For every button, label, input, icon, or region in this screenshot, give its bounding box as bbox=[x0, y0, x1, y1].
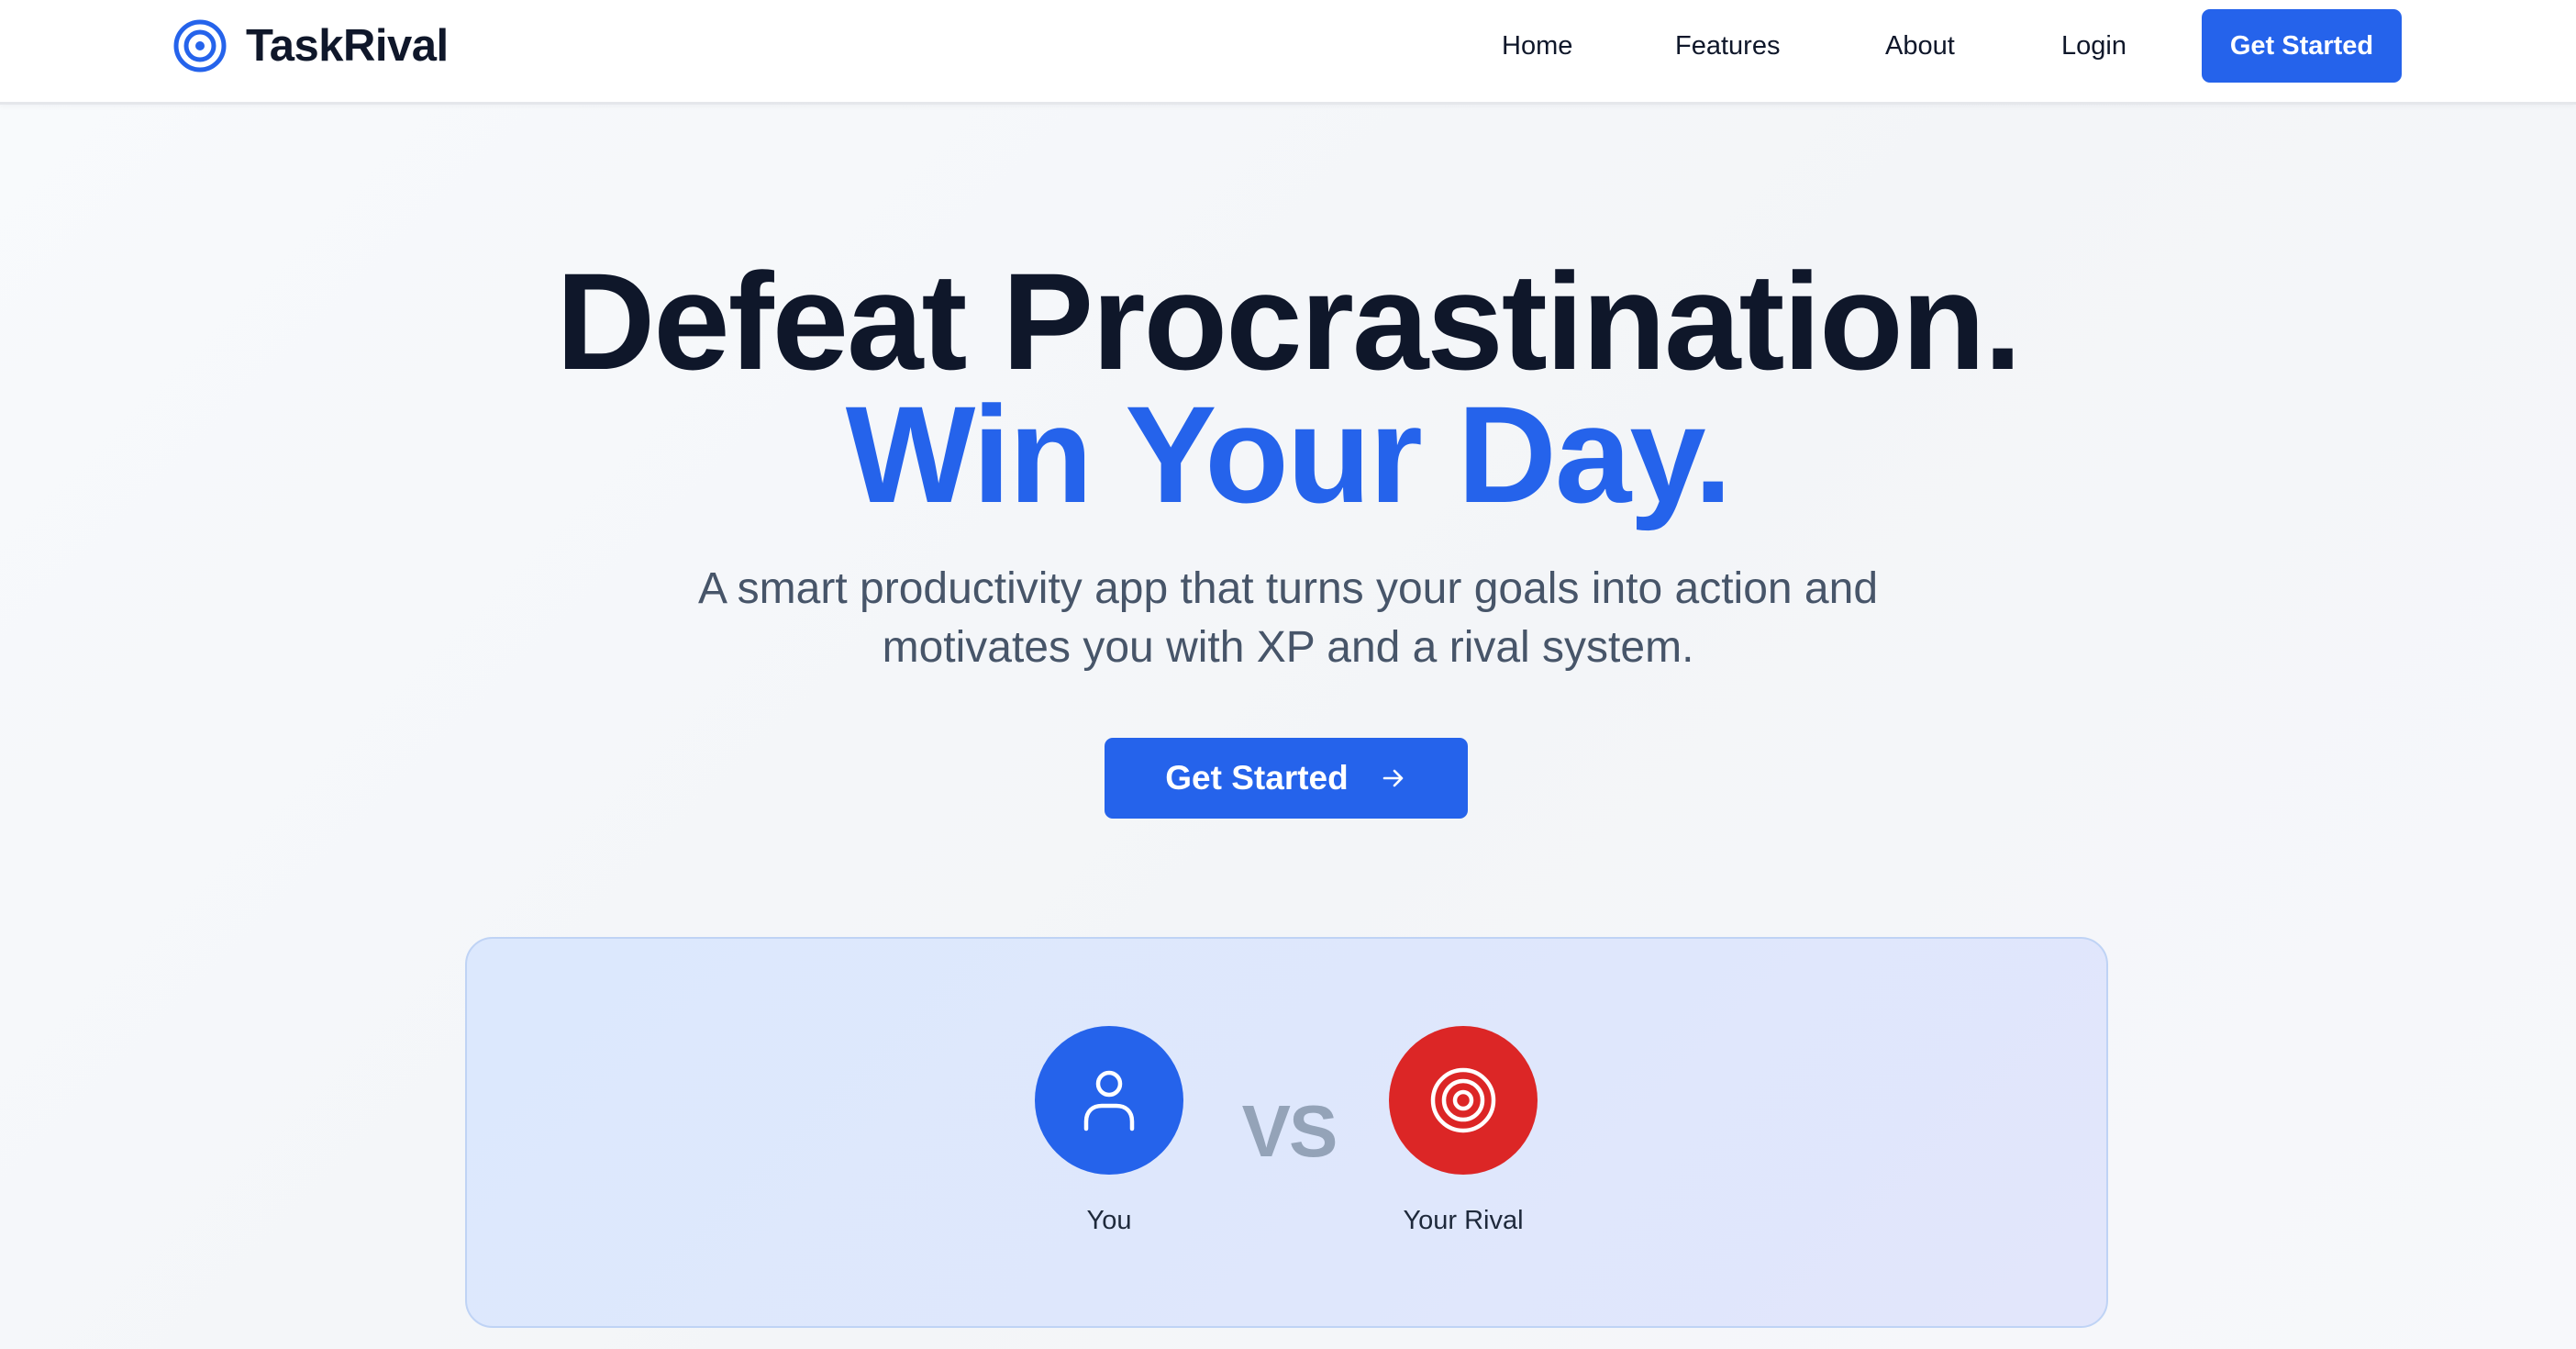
nav-get-started-button[interactable]: Get Started bbox=[2202, 9, 2402, 83]
target-icon bbox=[1430, 1067, 1496, 1133]
target-icon bbox=[173, 19, 227, 72]
rival-avatar bbox=[1389, 1026, 1538, 1175]
nav-link-features[interactable]: Features bbox=[1675, 28, 1780, 64]
hero-subtitle: A smart productivity app that turns your… bbox=[697, 564, 1879, 672]
top-navbar: TaskRival Home Features About Login Get … bbox=[0, 0, 2576, 105]
rival-label: Your Rival bbox=[1403, 1206, 1524, 1235]
brand-name: TaskRival bbox=[246, 21, 449, 71]
you-label: You bbox=[1086, 1206, 1132, 1235]
arrow-right-icon bbox=[1382, 769, 1404, 787]
nav-link-login[interactable]: Login bbox=[2061, 28, 2126, 64]
nav-link-home[interactable]: Home bbox=[1502, 28, 1572, 64]
versus-text: VS bbox=[1241, 1090, 1338, 1172]
hero-get-started-button[interactable]: Get Started bbox=[1105, 738, 1468, 819]
hero-get-started-label: Get Started bbox=[1165, 759, 1349, 797]
user-icon bbox=[1083, 1070, 1135, 1132]
hero-headline-primary: Defeat Procrastination. bbox=[555, 244, 2022, 398]
you-avatar bbox=[1035, 1026, 1183, 1175]
nav-link-about[interactable]: About bbox=[1885, 28, 1955, 64]
brand-logo[interactable]: TaskRival bbox=[172, 18, 449, 73]
hero-headline-accent: Win Your Day. bbox=[845, 377, 1732, 531]
nav-get-started-label: Get Started bbox=[2229, 30, 2374, 61]
